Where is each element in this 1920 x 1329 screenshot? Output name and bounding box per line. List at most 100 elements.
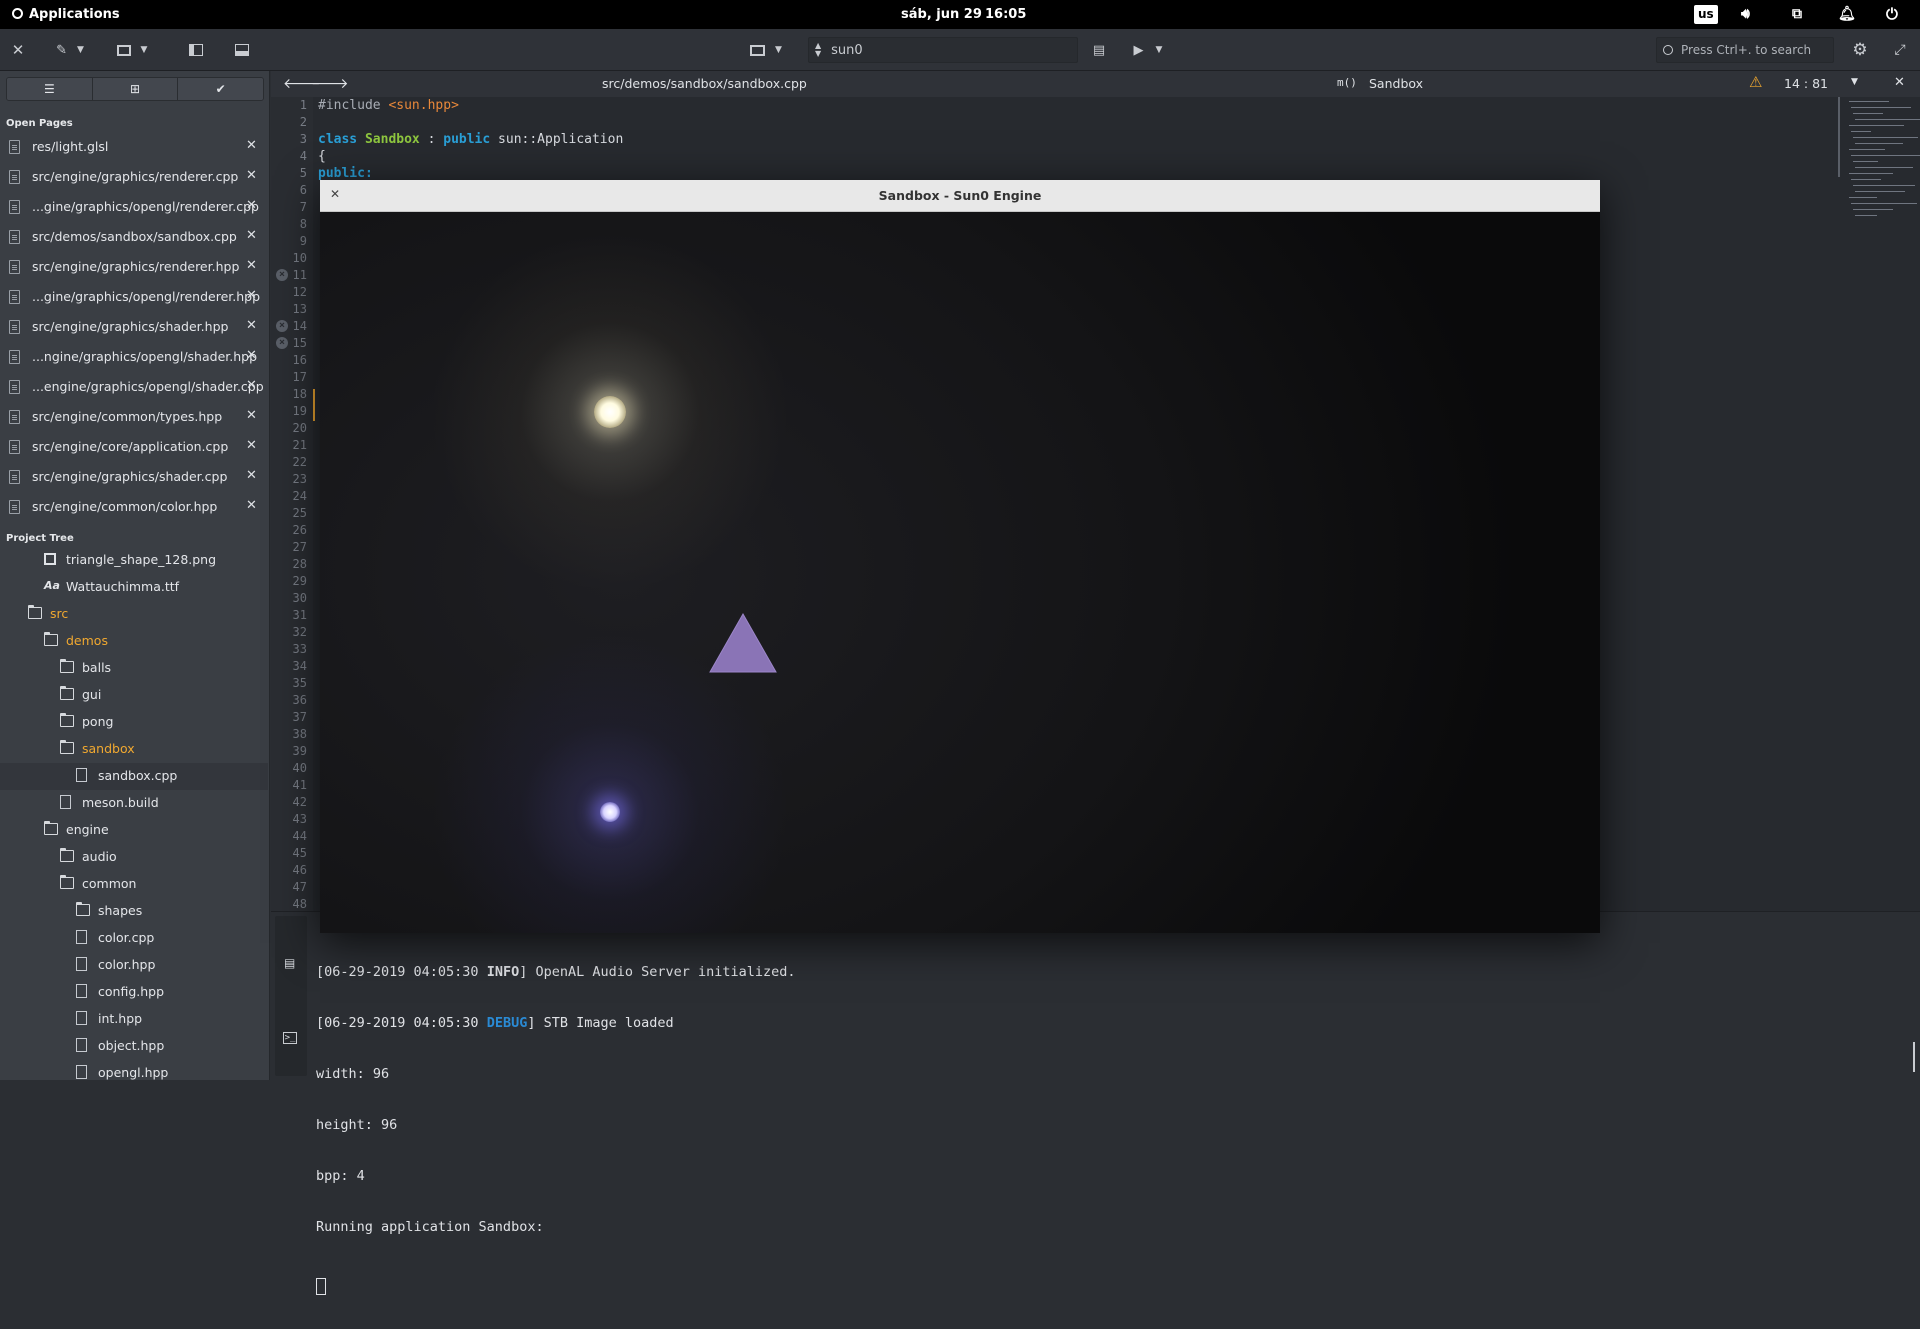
run-menu-button[interactable]: ▶ ▼ <box>1126 37 1170 63</box>
tree-item-label: config.hpp <box>98 984 165 999</box>
warning-icon[interactable]: ⚠ <box>1749 73 1762 91</box>
game-canvas[interactable] <box>320 212 1600 933</box>
fullscreen-icon[interactable]: ⤢ <box>1890 37 1910 63</box>
close-page-icon[interactable]: ✕ <box>246 138 257 153</box>
tab-pages-list-icon[interactable]: ☰ <box>7 78 93 100</box>
tree-item[interactable]: common <box>60 871 268 898</box>
line-number: 18 <box>292 387 307 401</box>
close-page-icon[interactable]: ✕ <box>246 168 257 183</box>
line-number: 5 <box>299 166 307 180</box>
tree-item[interactable]: audio <box>60 844 268 871</box>
close-page-icon[interactable]: ✕ <box>246 288 257 303</box>
open-page-item[interactable]: src/engine/graphics/renderer.hpp ✕ <box>0 252 268 282</box>
tree-item[interactable]: object.hpp <box>76 1033 268 1060</box>
build-config-icon[interactable]: ▤ <box>1090 37 1108 63</box>
error-marker-icon[interactable]: × <box>276 320 288 332</box>
notification-bell-icon[interactable]: 🔔︎ <box>1838 0 1856 29</box>
volume-icon[interactable]: 🔊︎ <box>1741 0 1750 29</box>
tab-todo-check-icon[interactable]: ✔ <box>178 78 263 100</box>
terminal-scrollbar[interactable] <box>1913 1042 1915 1072</box>
tree-item[interactable]: gui <box>60 682 268 709</box>
open-page-item[interactable]: ...ngine/graphics/opengl/shader.hpp ✕ <box>0 342 268 372</box>
tree-item[interactable]: pong <box>60 709 268 736</box>
project-tree-title: Project Tree <box>6 533 74 544</box>
open-page-item[interactable]: src/engine/core/application.cpp ✕ <box>0 432 268 462</box>
toggle-panel-icon[interactable] <box>232 37 252 63</box>
tree-item[interactable]: sandbox <box>60 736 268 763</box>
close-page-icon[interactable]: ✕ <box>246 258 257 273</box>
open-page-label: src/engine/graphics/shader.hpp <box>32 319 229 334</box>
code-view[interactable]: #include <sun.hpp> class Sandbox : publi… <box>318 97 623 182</box>
close-page-icon[interactable]: ✕ <box>246 438 257 453</box>
close-page-icon[interactable]: ✕ <box>246 228 257 243</box>
build-target-selector[interactable]: ▲ ▼ sun0 <box>808 37 1078 63</box>
power-icon[interactable]: ⏻ <box>1886 0 1898 29</box>
open-page-item[interactable]: src/engine/graphics/renderer.cpp ✕ <box>0 162 268 192</box>
tree-item[interactable]: color.cpp <box>76 925 268 952</box>
open-menu-button[interactable]: ▼ <box>110 37 154 63</box>
open-page-item[interactable]: src/engine/graphics/shader.hpp ✕ <box>0 312 268 342</box>
time-label[interactable]: 16:05 <box>985 0 1026 29</box>
error-marker-icon[interactable]: × <box>276 269 288 281</box>
sandbox-titlebar[interactable]: ✕ Sandbox - Sun0 Engine <box>320 180 1600 212</box>
close-icon[interactable]: ✕ <box>8 37 28 63</box>
open-page-item[interactable]: src/engine/common/types.hpp ✕ <box>0 402 268 432</box>
open-page-item[interactable]: res/light.glsl ✕ <box>0 132 268 162</box>
minimap[interactable] <box>1839 97 1920 257</box>
close-page-icon[interactable]: ✕ <box>246 498 257 513</box>
tree-item[interactable]: engine <box>44 817 268 844</box>
terminal-panel[interactable]: ▤ >_ [06-29-2019 04:05:30 INFO] OpenAL A… <box>271 911 1920 1295</box>
close-icon[interactable]: ✕ <box>1894 75 1905 90</box>
sandbox-window[interactable]: ✕ Sandbox - Sun0 Engine <box>320 180 1600 933</box>
toggle-sidebar-icon[interactable] <box>186 37 206 63</box>
close-page-icon[interactable]: ✕ <box>246 348 257 363</box>
global-search-input[interactable]: Press Ctrl+. to search <box>1656 37 1834 63</box>
open-page-item[interactable]: src/engine/common/color.hpp ✕ <box>0 492 268 522</box>
forward-arrow-icon[interactable]: 🡒 <box>311 75 349 92</box>
tree-item[interactable]: meson.build <box>60 790 268 817</box>
terminal-icon[interactable]: >_ <box>283 1032 297 1044</box>
tree-item[interactable]: config.hpp <box>76 979 268 1006</box>
close-page-icon[interactable]: ✕ <box>246 468 257 483</box>
edit-menu-button[interactable]: ✎ ▼ <box>48 37 92 63</box>
network-icon[interactable]: ⧉ <box>1792 0 1802 29</box>
minimap-line <box>1855 119 1920 120</box>
applications-menu[interactable]: Applications <box>12 0 120 29</box>
sandbox-window-title: Sandbox - Sun0 Engine <box>878 188 1042 203</box>
chevron-down-icon[interactable]: ▼ <box>1851 77 1858 87</box>
open-page-item[interactable]: src/demos/sandbox/sandbox.cpp ✕ <box>0 222 268 252</box>
tree-item[interactable]: int.hpp <box>76 1006 268 1033</box>
tree-item[interactable]: shapes <box>76 898 268 925</box>
symbol-selector[interactable]: Sandbox <box>1369 76 1423 91</box>
close-page-icon[interactable]: ✕ <box>246 198 257 213</box>
build-log-icon[interactable]: ▤ <box>284 956 295 970</box>
gear-icon[interactable]: ⚙ <box>1850 37 1870 63</box>
terminal-output[interactable]: [06-29-2019 04:05:30 INFO] OpenAL Audio … <box>316 930 796 1329</box>
open-page-item[interactable]: ...gine/graphics/opengl/renderer.hpp ✕ <box>0 282 268 312</box>
line-number: 27 <box>292 540 307 554</box>
cursor-position[interactable]: 14 : 81 <box>1784 76 1828 91</box>
open-page-item[interactable]: ...engine/graphics/opengl/shader.cpp ✕ <box>0 372 268 402</box>
tree-item[interactable]: src <box>28 601 268 628</box>
tree-item[interactable]: color.hpp <box>76 952 268 979</box>
close-page-icon[interactable]: ✕ <box>246 318 257 333</box>
device-selector-button[interactable]: ▼ <box>746 37 786 63</box>
date-label[interactable]: sáb, jun 29 <box>901 0 982 29</box>
log-message: ] STB Image loaded <box>527 1015 674 1031</box>
tree-item[interactable]: balls <box>60 655 268 682</box>
tree-item[interactable]: demos <box>44 628 268 655</box>
close-page-icon[interactable]: ✕ <box>246 408 257 423</box>
close-page-icon[interactable]: ✕ <box>246 378 257 393</box>
minimap-viewport[interactable] <box>1838 97 1840 177</box>
tree-item-label: opengl.hpp <box>98 1065 169 1080</box>
tree-item[interactable]: Aa Wattauchimma.ttf <box>44 574 268 601</box>
tab-project-tree-icon[interactable]: ⊞ <box>92 78 179 100</box>
tree-item[interactable]: triangle_shape_128.png <box>44 547 268 574</box>
tree-item[interactable]: sandbox.cpp <box>76 763 268 790</box>
keyboard-layout[interactable]: us <box>1694 5 1718 24</box>
document-path[interactable]: src/demos/sandbox/sandbox.cpp <box>602 76 807 91</box>
open-page-item[interactable]: src/engine/graphics/shader.cpp ✕ <box>0 462 268 492</box>
tree-item[interactable]: opengl.hpp <box>76 1060 268 1080</box>
error-marker-icon[interactable]: × <box>276 337 288 349</box>
open-page-item[interactable]: ...gine/graphics/opengl/renderer.cpp ✕ <box>0 192 268 222</box>
